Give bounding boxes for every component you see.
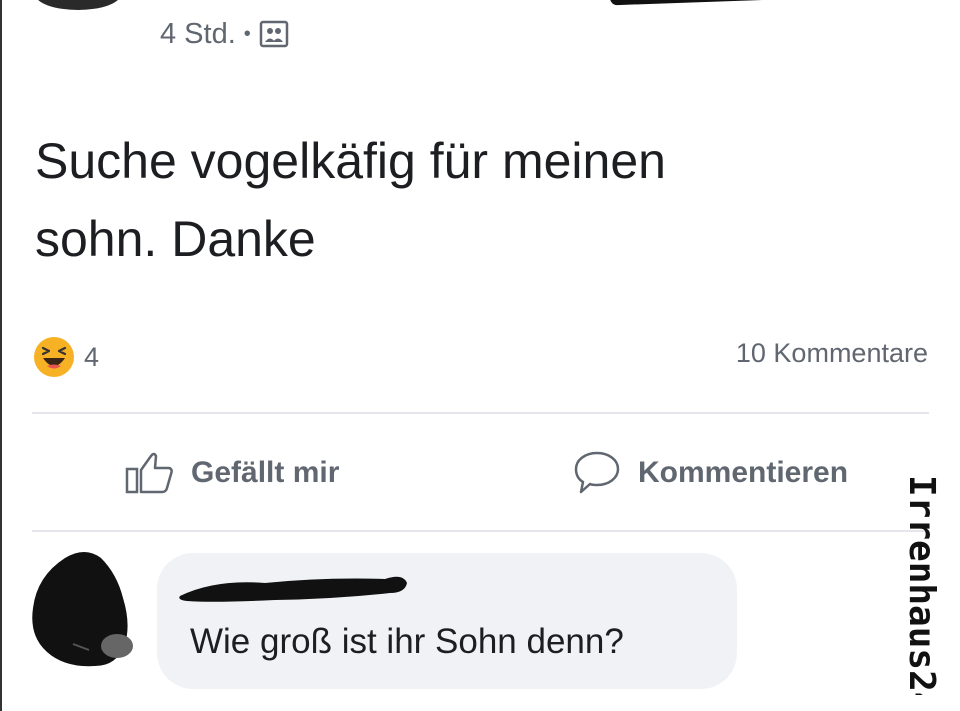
post-text-line-2: sohn. Danke [35, 211, 316, 267]
post-meta: 4 Std. • [160, 14, 289, 54]
comment-button-label: Kommentieren [638, 456, 849, 489]
thumbs-up-icon [125, 452, 173, 494]
reaction-summary[interactable]: 4 [32, 335, 99, 379]
post-timestamp[interactable]: 4 Std. [160, 18, 236, 51]
reaction-count: 4 [84, 341, 100, 372]
comment-text: Wie groß ist ihr Sohn denn? [190, 622, 624, 661]
poster-avatar[interactable] [35, 0, 121, 10]
post-text-line-1: Suche vogelkäfig für meinen [35, 133, 666, 189]
divider-bottom [32, 530, 929, 532]
group-icon[interactable] [259, 19, 289, 49]
post-text: Suche vogelkäfig für meinen sohn. Danke [35, 122, 915, 278]
redaction-bar-name [179, 576, 407, 602]
like-button[interactable]: Gefällt mir [125, 448, 339, 498]
watermark-text: Irrenhaus24 [901, 475, 942, 695]
watermark: Irrenhaus24 [901, 475, 942, 695]
comments-count-link[interactable]: 10 Kommentare [736, 338, 928, 369]
divider-top [32, 412, 929, 414]
commenter-avatar[interactable] [25, 548, 137, 670]
like-button-label: Gefällt mir [191, 456, 340, 489]
haha-emoji-icon [34, 337, 74, 377]
image-left-border [0, 0, 2, 711]
speech-bubble-icon [574, 451, 620, 494]
meta-separator: • [243, 22, 251, 45]
redaction-bar-top [609, 0, 801, 6]
comment-button[interactable]: Kommentieren [572, 448, 848, 498]
